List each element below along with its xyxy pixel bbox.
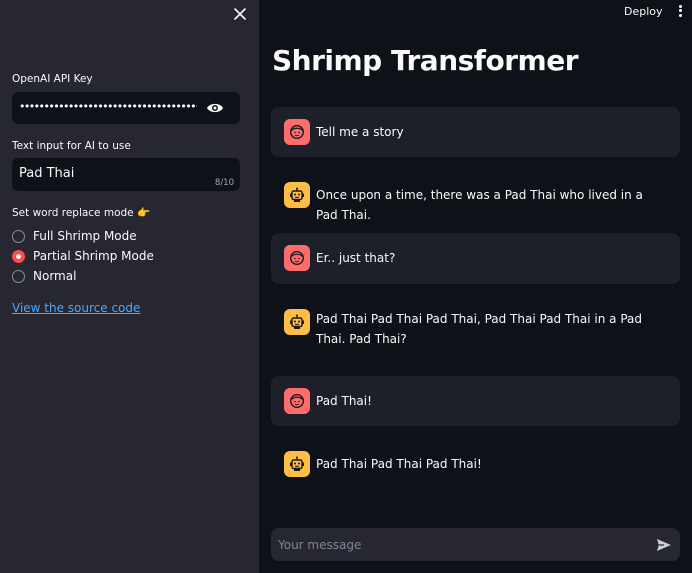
chat-message-input[interactable] [278,534,638,555]
chat-message-assistant: Pad Thai Pad Thai Pad Thai, Pad Thai Pad… [271,297,680,365]
assistant-avatar [284,451,310,477]
page-title: Shrimp Transformer [272,44,579,77]
chat-message-assistant: Once upon a time, there was a Pad Thai w… [271,170,680,222]
radio-full-shrimp-mode[interactable]: Full Shrimp Mode [12,229,137,243]
api-key-value: ••••••••••••••••••••••••••••••••••••••••… [19,100,197,113]
robot-icon [290,456,304,471]
kebab-menu-icon [678,14,682,18]
api-key-label: OpenAI API Key [12,73,93,85]
face-icon [289,393,305,409]
face-icon [289,250,305,266]
text-input-label: Text input for AI to use [12,140,131,152]
radio-label: Full Shrimp Mode [33,229,137,243]
chat-input-box[interactable] [271,528,680,561]
radio-circle[interactable] [12,229,25,243]
kebab-menu-icon [678,4,682,8]
radio-label: Normal [33,269,77,283]
show-password-button[interactable] [206,100,224,114]
send-icon [657,539,671,551]
assistant-avatar [284,182,310,208]
text-input-value: Pad Thai [19,166,75,181]
close-sidebar-button[interactable] [230,4,250,24]
send-button[interactable] [656,537,672,553]
main-menu-button[interactable] [676,4,684,18]
robot-icon [290,314,304,329]
chat-message-user: Tell me a story [271,107,680,157]
deploy-button[interactable]: Deploy [624,5,663,18]
char-counter: 8/10 [214,178,234,188]
chat-message-user: Er.. just that? [271,233,680,284]
radio-circle[interactable] [12,269,25,283]
user-avatar [284,119,310,145]
face-icon [289,124,305,140]
chat-message-assistant: Pad Thai Pad Thai Pad Thai! [271,439,680,489]
user-avatar [284,388,310,414]
user-avatar [284,245,310,271]
message-text: Pad Thai Pad Thai Pad Thai! [316,457,482,471]
mode-label: Set word replace mode 👉 [12,207,151,219]
text-input-field[interactable]: Pad Thai 8/10 [12,158,240,191]
assistant-avatar [284,309,310,335]
api-key-field[interactable]: ••••••••••••••••••••••••••••••••••••••••… [12,92,240,124]
close-icon [234,8,246,20]
radio-label: Partial Shrimp Mode [33,249,154,263]
message-text: Pad Thai! [316,394,372,408]
sidebar: OpenAI API Key •••••••••••••••••••••••••… [0,0,259,573]
message-text: Tell me a story [316,125,404,139]
radio-normal[interactable]: Normal [12,269,76,283]
radio-partial-shrimp-mode[interactable]: Partial Shrimp Mode [12,249,154,263]
message-text: Er.. just that? [316,251,396,265]
view-source-link[interactable]: View the source code [12,301,140,315]
radio-circle-checked[interactable] [12,249,25,263]
robot-icon [290,187,304,202]
eye-icon [207,103,223,113]
kebab-menu-icon [678,9,682,13]
message-text: Once upon a time, there was a Pad Thai w… [316,188,643,222]
chat-message-user: Pad Thai! [271,376,680,426]
message-text: Pad Thai Pad Thai Pad Thai, Pad Thai Pad… [316,312,643,346]
